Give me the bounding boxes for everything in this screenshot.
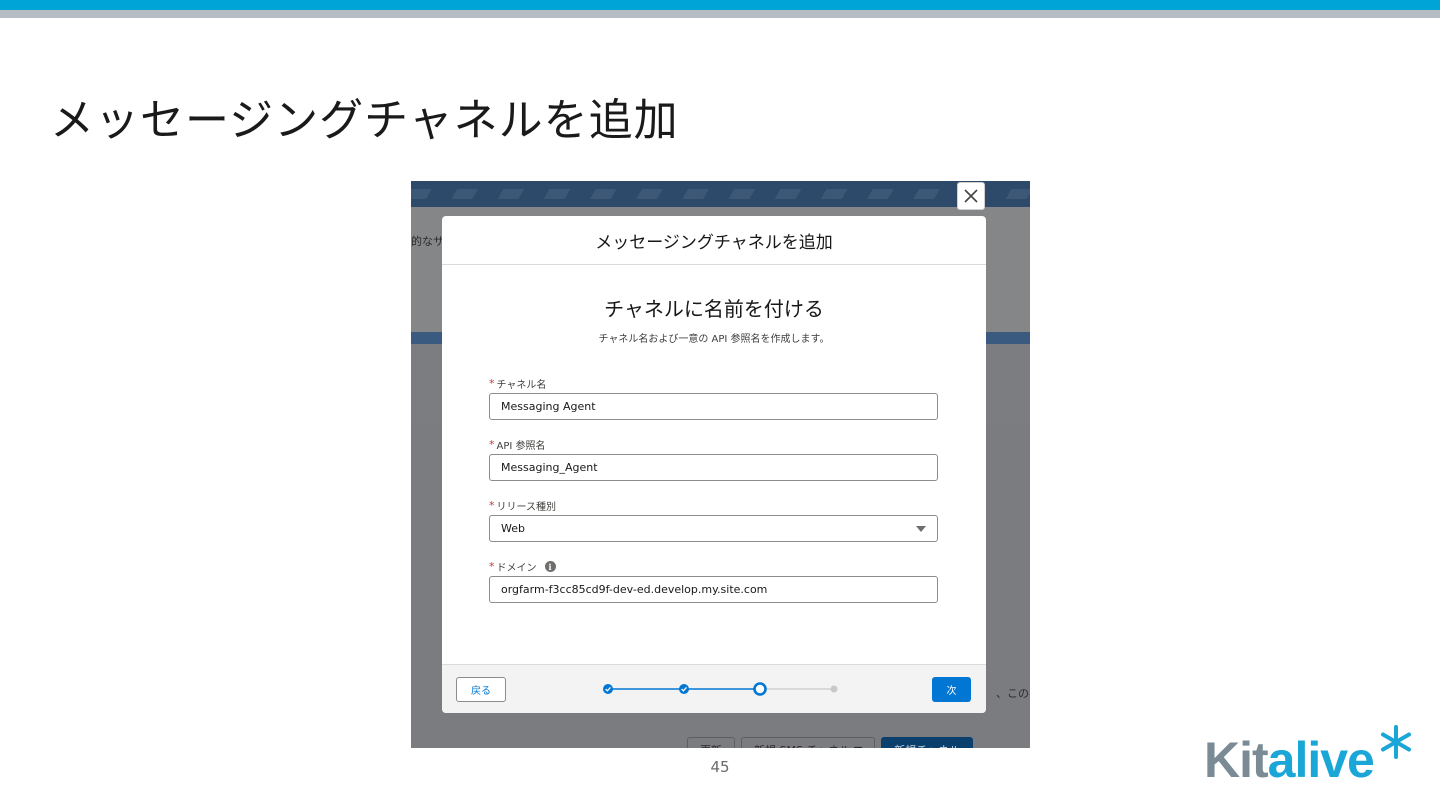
top-grey-bar [0,10,1440,18]
api-name-label: * API 参照名 [489,438,546,452]
required-marker: * [489,560,495,573]
progress-step-3-current-icon [753,682,767,696]
background-new-sms-channel-button[interactable]: 新規 SMS チャネル ▼ [741,737,876,748]
required-marker: * [489,438,495,451]
background-right-fragment: 、このペ [996,687,1030,700]
progress-step-2-completed-icon [679,684,689,694]
kitalive-logo: Kitalive [1204,725,1416,790]
domain-label: * ドメイン i [489,559,938,574]
domain-field-group: * ドメイン i orgfarm-f3cc85cd9f-dev-ed.devel… [489,559,938,603]
back-button[interactable]: 戻る [456,677,506,702]
progress-step-4-pending-icon [830,685,838,693]
embedded-screenshot: 的なサ 、このペ 更新 新規 SMS チャネル ▼ 新規チャネル メッセージング… [411,181,1030,748]
release-type-field-group: * リリース種別 Web [489,498,938,542]
next-button[interactable]: 次 [932,677,971,702]
chevron-down-icon [916,525,926,532]
api-name-input[interactable]: Messaging_Agent [489,454,938,481]
modal-title: メッセージングチャネルを追加 [595,232,833,253]
slide-title: メッセージングチャネルを追加 [50,95,679,146]
domain-input[interactable]: orgfarm-f3cc85cd9f-dev-ed.develop.my.sit… [489,576,938,603]
api-name-field-group: * API 参照名 Messaging_Agent [489,437,938,481]
close-button[interactable] [957,182,985,210]
page-number: 45 [710,758,730,776]
required-marker: * [489,377,495,390]
progress-indicator [603,682,838,696]
channel-name-label: * チャネル名 [489,377,547,391]
required-marker: * [489,499,495,512]
background-app-header [411,181,1030,207]
asterisk-star-icon [1381,725,1411,759]
release-type-label: * リリース種別 [489,499,556,513]
top-accent-bar [0,0,1440,10]
close-icon [964,189,978,203]
background-new-channel-button[interactable]: 新規チャネル [881,737,974,748]
modal-header: メッセージングチャネルを追加 [442,216,986,265]
background-left-fragment: 的なサ [411,235,444,248]
release-type-select[interactable]: Web [489,515,938,542]
channel-name-field-group: * チャネル名 Messaging Agent [489,376,938,420]
info-icon[interactable]: i [544,561,556,572]
add-channel-modal: メッセージングチャネルを追加 チャネルに名前を付ける チャネル名および一意の A… [442,216,986,713]
step-title: チャネルに名前を付ける [604,297,824,321]
background-refresh-button[interactable]: 更新 [687,737,735,748]
channel-name-input[interactable]: Messaging Agent [489,393,938,420]
background-button-group: 更新 新規 SMS チャネル ▼ 新規チャネル [687,737,974,748]
progress-step-1-completed-icon [603,684,613,694]
modal-footer: 戻る 次 [442,664,986,713]
step-subtitle: チャネル名および一意の API 参照名を作成します。 [598,334,830,345]
